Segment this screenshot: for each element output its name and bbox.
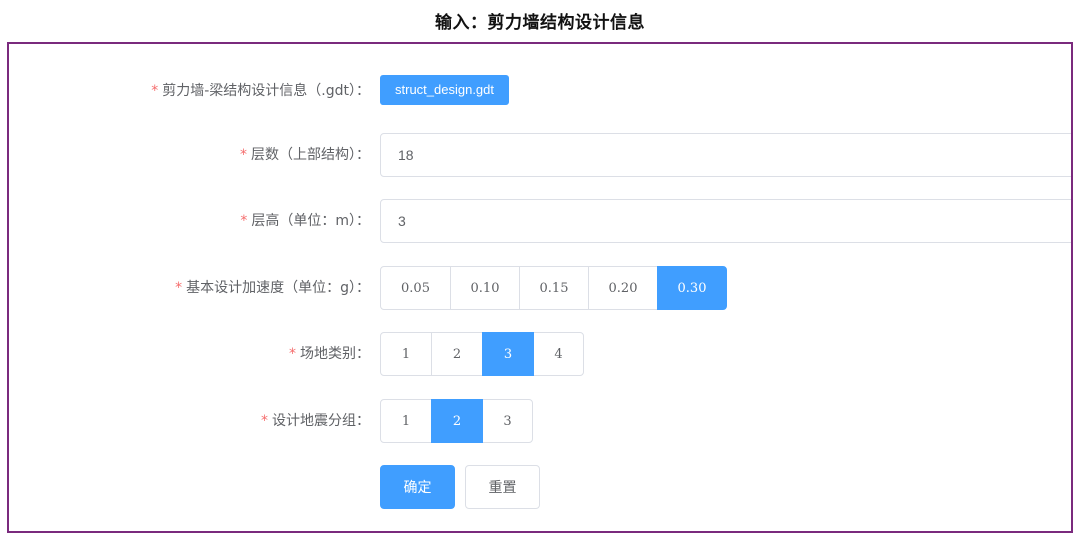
site-class-radio-group: 1 2 3 4 [380, 332, 584, 376]
required-mark: * [261, 413, 268, 429]
site-class-label: * 场地类别： [9, 332, 370, 376]
site-class-option-selected[interactable]: 3 [482, 332, 534, 376]
form-row-actions: 确定 重置 [9, 465, 1071, 509]
form-row-seismic-group: * 设计地震分组： 1 2 3 [9, 399, 1071, 443]
required-mark: * [289, 346, 296, 362]
confirm-button[interactable]: 确定 [380, 465, 455, 509]
design-file-upload-button[interactable]: struct_design.gdt [380, 75, 510, 105]
acceleration-label-text: 基本设计加速度（单位：g）： [186, 280, 370, 296]
seismic-group-label: * 设计地震分组： [9, 399, 370, 443]
design-file-label-text: 剪力墙-梁结构设计信息（.gdt）： [162, 83, 370, 99]
form-row-acceleration: * 基本设计加速度（单位：g）： 0.05 0.10 0.15 0.20 0.30 [9, 266, 1071, 310]
site-class-label-text: 场地类别： [300, 346, 370, 362]
acceleration-option[interactable]: 0.10 [450, 266, 520, 310]
acceleration-option-selected[interactable]: 0.30 [657, 266, 727, 310]
page-title: 输入：剪力墙结构设计信息 [435, 13, 645, 33]
required-mark: * [175, 280, 183, 296]
reset-button[interactable]: 重置 [465, 465, 540, 509]
form-row-design-file: * 剪力墙-梁结构设计信息（.gdt）： struct_design.gdt [9, 69, 1071, 113]
required-mark: * [240, 147, 247, 163]
acceleration-option[interactable]: 0.05 [380, 266, 451, 310]
seismic-group-option-selected[interactable]: 2 [431, 399, 483, 443]
seismic-group-option[interactable]: 1 [380, 399, 432, 443]
acceleration-radio-group: 0.05 0.10 0.15 0.20 0.30 [380, 266, 727, 310]
floors-input[interactable]: 18 [380, 133, 1071, 177]
floor-height-input[interactable]: 3 [380, 199, 1071, 243]
floors-label-text: 层数（上部结构）： [251, 147, 370, 163]
required-mark: * [240, 213, 248, 229]
acceleration-label: * 基本设计加速度（单位：g）： [9, 266, 370, 310]
form-panel: * 剪力墙-梁结构设计信息（.gdt）： struct_design.gdt * 层… [7, 42, 1073, 533]
floor-height-label-text: 层高（单位：m）： [251, 213, 370, 229]
acceleration-option[interactable]: 0.20 [588, 266, 658, 310]
seismic-group-radio-group: 1 2 3 [380, 399, 533, 443]
seismic-group-option[interactable]: 3 [482, 399, 533, 443]
site-class-option[interactable]: 2 [431, 332, 483, 376]
form-row-floor-height: * 层高（单位：m）： 3 [9, 199, 1071, 243]
required-mark: * [151, 83, 159, 99]
floor-height-label: * 层高（单位：m）： [9, 199, 370, 243]
design-file-label: * 剪力墙-梁结构设计信息（.gdt）： [9, 69, 370, 113]
site-class-option[interactable]: 4 [533, 332, 584, 376]
form-row-site-class: * 场地类别： 1 2 3 4 [9, 332, 1071, 376]
form-row-floors: * 层数（上部结构）： 18 [9, 133, 1071, 177]
floors-label: * 层数（上部结构）： [9, 133, 370, 177]
site-class-option[interactable]: 1 [380, 332, 432, 376]
acceleration-option[interactable]: 0.15 [519, 266, 589, 310]
seismic-group-label-text: 设计地震分组： [272, 413, 370, 429]
